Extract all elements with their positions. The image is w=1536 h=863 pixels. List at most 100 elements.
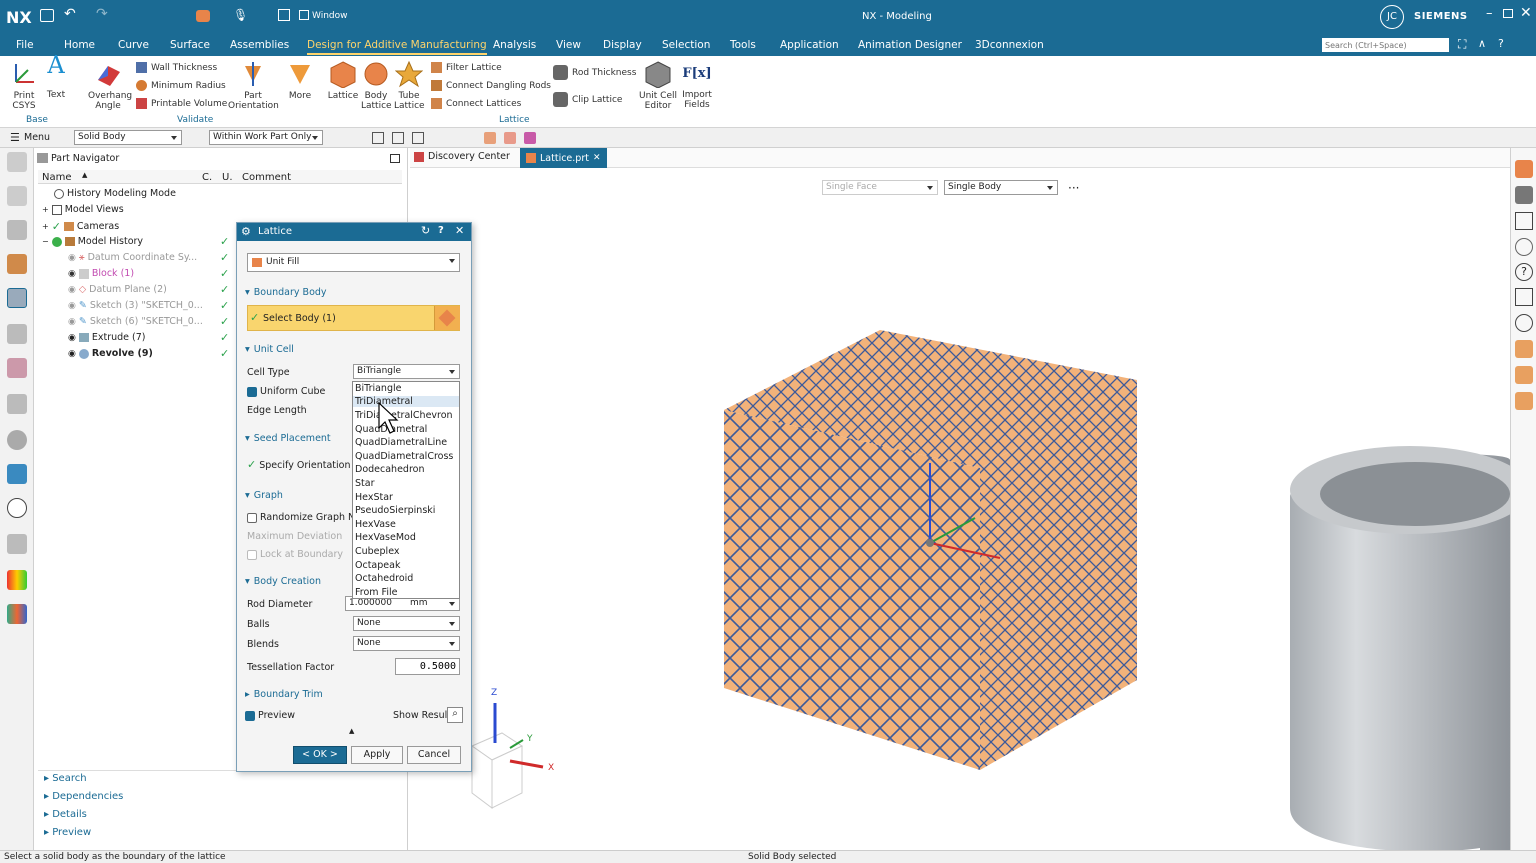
web-browser-icon[interactable] bbox=[7, 358, 27, 378]
redo-icon[interactable]: ↷ bbox=[96, 6, 108, 22]
tree-row-cameras[interactable]: + ✓ Cameras bbox=[42, 220, 119, 233]
tree-row-sketch-6[interactable]: ◉ ✎ Sketch (6) "SKETCH_0... bbox=[68, 316, 203, 327]
col-comment[interactable]: Comment bbox=[242, 172, 291, 183]
cell-option[interactable]: Octapeak bbox=[355, 560, 400, 571]
connect-lattices-button[interactable]: Connect Lattices bbox=[431, 98, 521, 109]
apply-button[interactable]: Apply bbox=[351, 746, 403, 764]
scope-select[interactable]: Within Work Part Only bbox=[209, 130, 323, 145]
filter-lattice-button[interactable]: Filter Lattice bbox=[431, 62, 502, 73]
unit-cell-editor-button[interactable]: Unit Cell Editor bbox=[638, 60, 678, 111]
tree-row-datum-csys[interactable]: ◉ ⚹ Datum Coordinate Sy... bbox=[68, 252, 197, 263]
overhang-angle-button[interactable]: Overhang Angle bbox=[88, 60, 132, 111]
part-orientation-button[interactable]: Part Orientation bbox=[228, 60, 279, 111]
menu-design-for-additive[interactable]: Design for Additive Manufacturing bbox=[307, 39, 487, 55]
cell-option[interactable]: Dodecahedron bbox=[355, 464, 424, 475]
undo-icon[interactable]: ↶ bbox=[64, 6, 76, 22]
tab-discovery-center[interactable]: Discovery Center bbox=[414, 151, 510, 162]
dialog-close-icon[interactable]: ✕ bbox=[455, 224, 464, 237]
cell-option[interactable]: QuadDiametralLine bbox=[355, 437, 447, 448]
menu-file[interactable]: File bbox=[16, 39, 34, 51]
tube-lattice-button[interactable]: Tube Lattice bbox=[393, 60, 425, 111]
tree-row-model-history[interactable]: − Model History bbox=[42, 236, 143, 247]
tree-row-model-views[interactable]: + Model Views bbox=[42, 204, 124, 215]
cancel-button[interactable]: Cancel bbox=[407, 746, 461, 764]
restore-icon[interactable] bbox=[1503, 9, 1513, 18]
clock-icon[interactable] bbox=[7, 498, 27, 518]
lattice-button[interactable]: Lattice bbox=[327, 60, 359, 101]
snap-body-icon[interactable] bbox=[504, 132, 516, 144]
snap-point-icon[interactable] bbox=[372, 132, 384, 144]
rod-shortcut-icon[interactable] bbox=[1515, 186, 1533, 204]
assembly-navigator-icon[interactable] bbox=[7, 186, 27, 206]
play-icon[interactable] bbox=[1515, 314, 1533, 332]
help-icon[interactable]: ? bbox=[1498, 37, 1504, 50]
menu-assemblies[interactable]: Assemblies bbox=[230, 39, 289, 51]
tree-row-block[interactable]: ◉ Block (1) bbox=[68, 268, 134, 279]
cell-type-select[interactable]: BiTriangle bbox=[353, 364, 460, 379]
maximize-panel-icon[interactable] bbox=[390, 154, 400, 163]
type-filter-select[interactable]: Solid Body bbox=[74, 130, 182, 145]
menu-view[interactable]: View bbox=[556, 39, 581, 51]
body-shortcut-icon[interactable] bbox=[1515, 340, 1533, 358]
cell-option[interactable]: HexVaseMod bbox=[355, 532, 416, 543]
panel-dependencies[interactable]: ▸ Dependencies bbox=[44, 791, 123, 802]
blends-select[interactable]: None bbox=[353, 636, 460, 651]
collapse-more-icon[interactable]: ▲ bbox=[349, 727, 354, 735]
cell-option[interactable]: Star bbox=[355, 478, 374, 489]
reset-icon[interactable]: ↻ bbox=[421, 224, 430, 237]
ok-button[interactable]: < OK > bbox=[293, 746, 347, 764]
randomize-checkbox[interactable]: Randomize Graph No bbox=[247, 512, 361, 523]
help-circle-icon[interactable]: ? bbox=[1515, 263, 1533, 281]
section-body-creation[interactable]: ▾ Body Creation bbox=[245, 576, 321, 587]
panel-preview[interactable]: ▸ Preview bbox=[44, 827, 91, 838]
menu-surface[interactable]: Surface bbox=[170, 39, 210, 51]
microphone-icon[interactable]: 🎙 bbox=[233, 8, 248, 22]
cell-option[interactable]: BiTriangle bbox=[355, 383, 401, 394]
text-button[interactable]: A Text bbox=[44, 53, 68, 100]
snap-face-icon[interactable] bbox=[484, 132, 496, 144]
menu-3dconnexion[interactable]: 3Dconnexion bbox=[975, 39, 1044, 51]
cell-option[interactable]: TriDiametralChevron bbox=[355, 410, 453, 421]
menu-button[interactable]: Menu bbox=[24, 132, 50, 143]
col-uptodate[interactable]: U. bbox=[222, 172, 233, 183]
minimum-radius-button[interactable]: Minimum Radius bbox=[136, 80, 226, 91]
cell-option[interactable]: QuadDiametralCross bbox=[355, 451, 453, 462]
graphics-window[interactable]: Discovery Center Lattice.prt ✕ Single Fac… bbox=[410, 148, 1510, 850]
specify-orientation[interactable]: ✓ Specify Orientation bbox=[247, 458, 350, 471]
tree-row-history-mode[interactable]: History Modeling Mode bbox=[54, 188, 176, 199]
lattice-shortcut-icon[interactable] bbox=[1515, 160, 1533, 178]
print-csys-button[interactable]: Print CSYS bbox=[6, 60, 42, 111]
gear-icon[interactable]: ⚙ bbox=[241, 225, 251, 238]
menu-application[interactable]: Application bbox=[780, 39, 839, 51]
collapse-ribbon-icon[interactable]: ∧ bbox=[1478, 37, 1486, 50]
preview-checkbox[interactable]: Preview bbox=[245, 710, 295, 721]
cell-option[interactable]: HexVase bbox=[355, 519, 396, 530]
col-name[interactable]: Name bbox=[42, 172, 72, 183]
tree-row-revolve[interactable]: ◉ Revolve (9) bbox=[68, 348, 153, 359]
section-seed-placement[interactable]: ▾ Seed Placement bbox=[245, 433, 331, 444]
lattice-quick-icon[interactable] bbox=[196, 10, 210, 22]
save-icon[interactable] bbox=[40, 9, 54, 22]
import-fields-button[interactable]: F[x] Import Fields bbox=[682, 60, 712, 110]
system-scenes-icon[interactable] bbox=[7, 534, 27, 554]
body-lattice-button[interactable]: Body Lattice bbox=[360, 60, 392, 111]
connect-dangling-rods-button[interactable]: Connect Dangling Rods bbox=[431, 80, 551, 91]
col-current[interactable]: C. bbox=[202, 172, 212, 183]
menu-selection[interactable]: Selection bbox=[662, 39, 710, 51]
cell-option[interactable]: PseudoSierpinski bbox=[355, 505, 435, 516]
constraint-navigator-icon[interactable] bbox=[7, 220, 27, 240]
cell-option[interactable]: HexStar bbox=[355, 492, 393, 503]
tree-row-sketch-3[interactable]: ◉ ✎ Sketch (3) "SKETCH_0... bbox=[68, 300, 203, 311]
tab-lattice-prt[interactable]: Lattice.prt ✕ bbox=[520, 148, 607, 168]
command-search-input[interactable] bbox=[1322, 38, 1449, 52]
color-palette-icon[interactable] bbox=[7, 570, 27, 590]
cell-option-highlighted[interactable]: TriDiametral bbox=[353, 396, 459, 407]
window-icon[interactable] bbox=[278, 9, 290, 21]
more-validate-button[interactable]: More bbox=[286, 60, 314, 101]
menu-tools[interactable]: Tools bbox=[730, 39, 756, 51]
tree-row-datum-plane[interactable]: ◉ ◇ Datum Plane (2) bbox=[68, 284, 167, 295]
menu-display[interactable]: Display bbox=[603, 39, 642, 51]
section-graph[interactable]: ▾ Graph bbox=[245, 490, 283, 501]
cell-option[interactable]: Octahedroid bbox=[355, 573, 413, 584]
fullscreen-icon[interactable]: ⛶ bbox=[1458, 37, 1466, 52]
